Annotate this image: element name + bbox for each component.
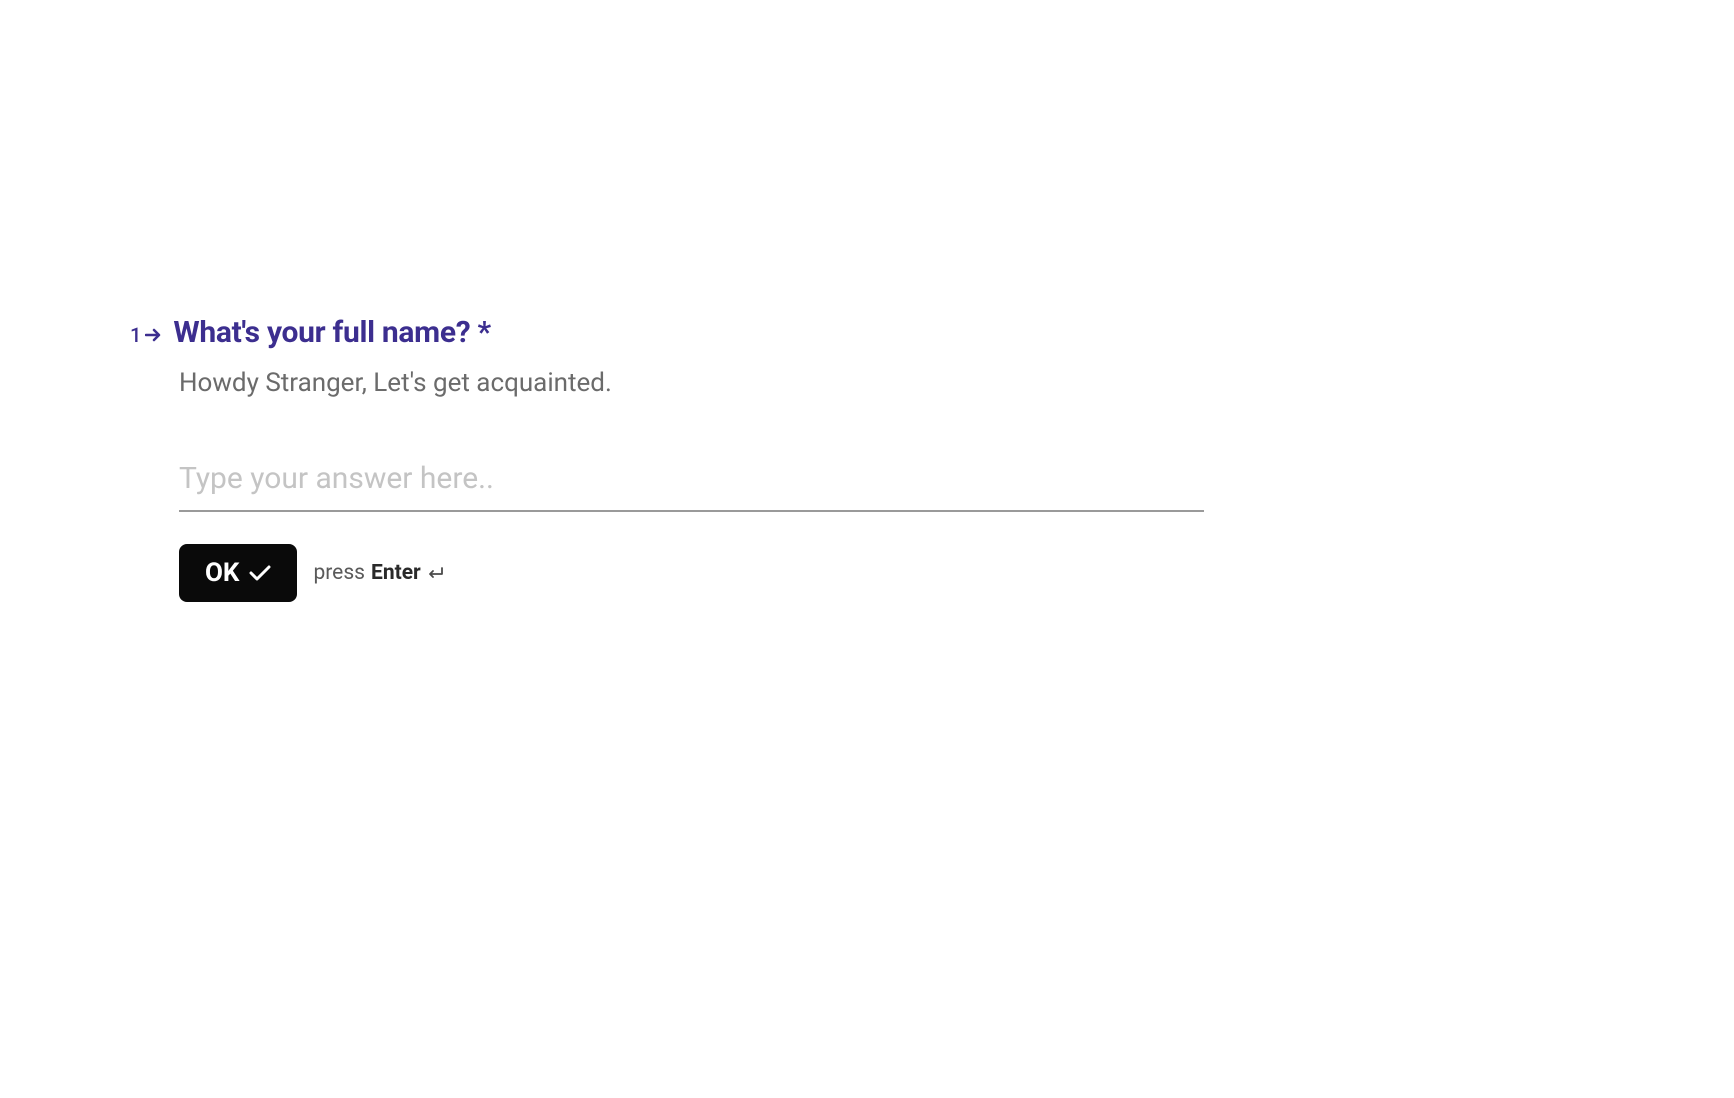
question-header-row: 1 What's your full name? * [130,315,1204,350]
form-question-container: 1 What's your full name? * Howdy Strange… [130,315,1204,602]
question-number-text: 1 [130,323,141,347]
question-title: What's your full name? * [173,315,490,350]
ok-button-label: OK [205,558,239,588]
input-wrapper [179,453,1204,512]
ok-button[interactable]: OK [179,544,297,602]
question-subtitle: Howdy Stranger, Let's get acquainted. [179,368,1204,398]
answer-input[interactable] [179,453,1204,512]
keyboard-hint: press Enter [313,561,444,585]
hint-key: Enter [371,561,421,585]
hint-prefix: press [313,561,365,585]
check-icon [249,564,271,582]
action-row: OK press Enter [179,544,1204,602]
question-number: 1 [130,323,161,347]
arrow-right-icon [145,328,161,342]
enter-key-icon [427,566,445,580]
